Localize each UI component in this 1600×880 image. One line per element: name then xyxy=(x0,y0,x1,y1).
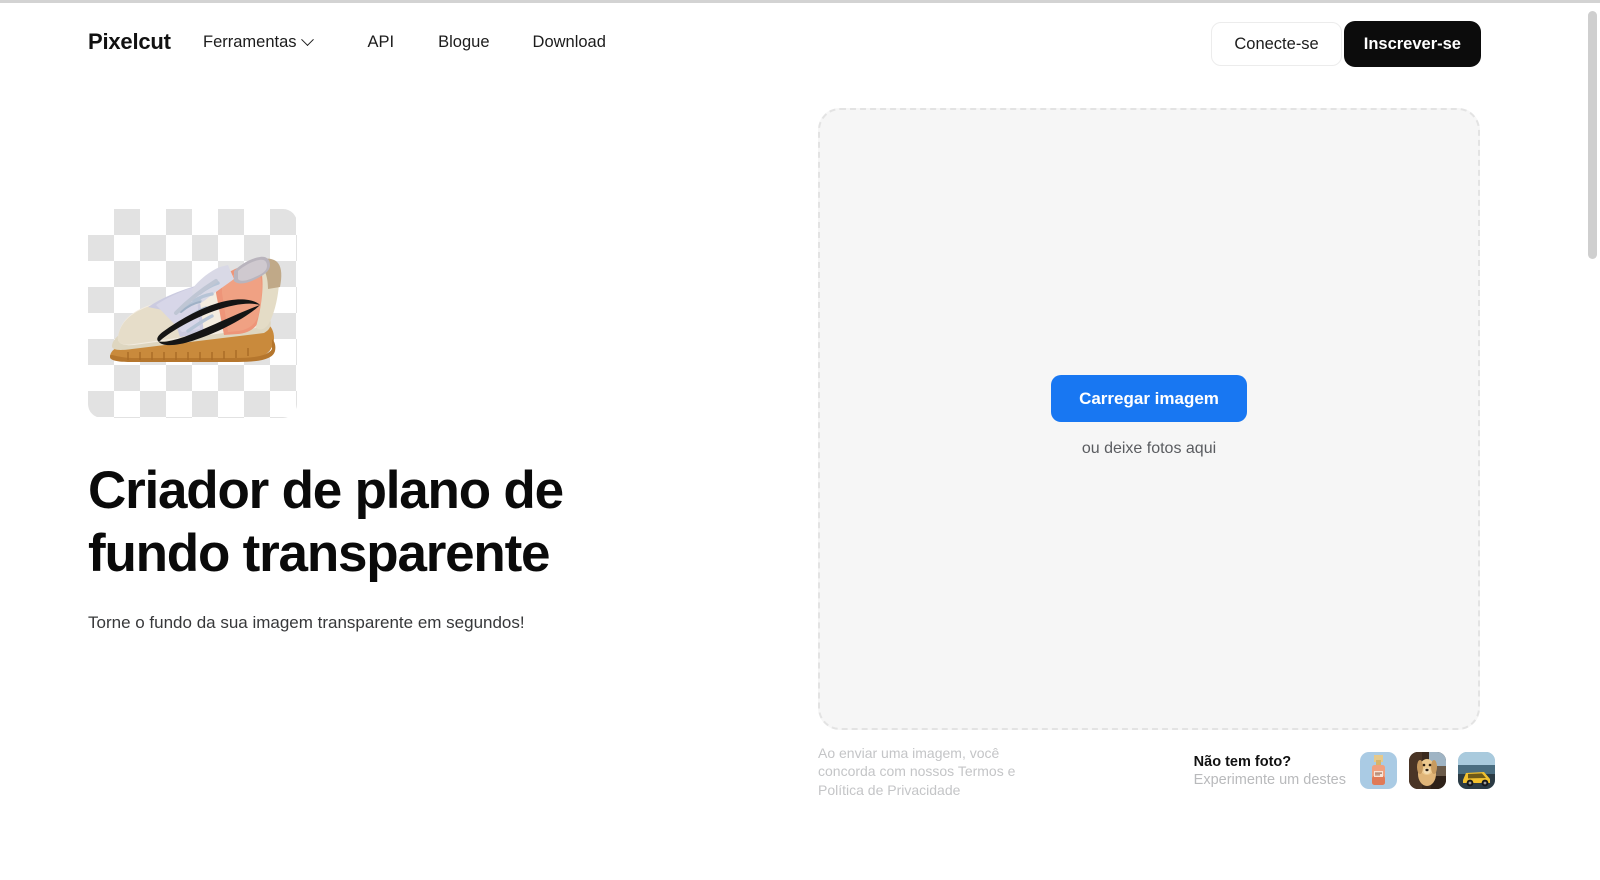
legal-line-2[interactable]: concorda com nossos Termos e xyxy=(818,763,1015,779)
scrollbar-thumb[interactable] xyxy=(1588,11,1597,259)
nav-item-ferramentas[interactable]: Ferramentas xyxy=(203,33,314,52)
hero-section: Criador de plano de fundo transparente T… xyxy=(88,209,748,633)
nav-item-label: Ferramentas xyxy=(203,33,297,51)
sample-images-text: Não tem foto? Experimente um destes xyxy=(1194,754,1346,788)
sample-images-subtitle: Experimente um destes xyxy=(1193,771,1346,788)
sneaker-icon xyxy=(110,256,282,362)
sample-thumbnail-dog[interactable] xyxy=(1409,752,1446,789)
page-root: Pixelcut Ferramentas API Blogue Download… xyxy=(0,0,1600,880)
login-button[interactable]: Conecte-se xyxy=(1211,22,1342,66)
dropzone-content: Carregar imagem ou deixe fotos aqui xyxy=(820,375,1478,458)
sample-thumbnail-yellow-car[interactable] xyxy=(1458,752,1495,789)
page-subtitle: Torne o fundo da sua imagem transparente… xyxy=(88,613,525,633)
signup-button[interactable]: Inscrever-se xyxy=(1343,21,1481,67)
nav-item-download[interactable]: Download xyxy=(533,33,606,52)
yellow-car-icon xyxy=(1458,752,1495,789)
sample-images-title: Não tem foto? xyxy=(1193,753,1292,770)
auth-buttons: Conecte-se Inscrever-se xyxy=(1211,21,1481,67)
dog-icon xyxy=(1409,752,1446,789)
legal-line-3[interactable]: Política de Privacidade xyxy=(818,782,960,798)
main-navigation: Ferramentas API Blogue Download xyxy=(203,33,606,52)
nav-item-api[interactable]: API xyxy=(368,33,395,52)
upload-image-button[interactable]: Carregar imagem xyxy=(1051,375,1247,422)
nav-item-label: Download xyxy=(532,33,606,51)
site-header: Pixelcut Ferramentas API Blogue Download… xyxy=(0,3,1585,81)
legal-line-1: Ao enviar uma imagem, você xyxy=(818,745,1000,761)
perfume-bottle-icon xyxy=(1360,752,1397,789)
page-scrollbar[interactable] xyxy=(1585,3,1600,880)
sample-thumbnail-perfume-bottle[interactable] xyxy=(1360,752,1397,789)
image-dropzone[interactable]: Carregar imagem ou deixe fotos aqui xyxy=(818,108,1480,730)
sample-images-section: Não tem foto? Experimente um destes xyxy=(1194,752,1495,789)
chevron-down-icon xyxy=(300,33,314,47)
nav-item-label: Blogue xyxy=(438,33,490,51)
dropzone-hint: ou deixe fotos aqui xyxy=(1081,440,1217,457)
nav-item-blogue[interactable]: Blogue xyxy=(438,33,489,52)
brand-logo[interactable]: Pixelcut xyxy=(88,29,171,55)
page-title: Criador de plano de fundo transparente xyxy=(88,461,564,583)
nav-item-label: API xyxy=(367,33,395,51)
legal-disclaimer: Ao enviar uma imagem, você concorda com … xyxy=(818,744,1033,799)
transparent-preview-image xyxy=(88,209,297,418)
